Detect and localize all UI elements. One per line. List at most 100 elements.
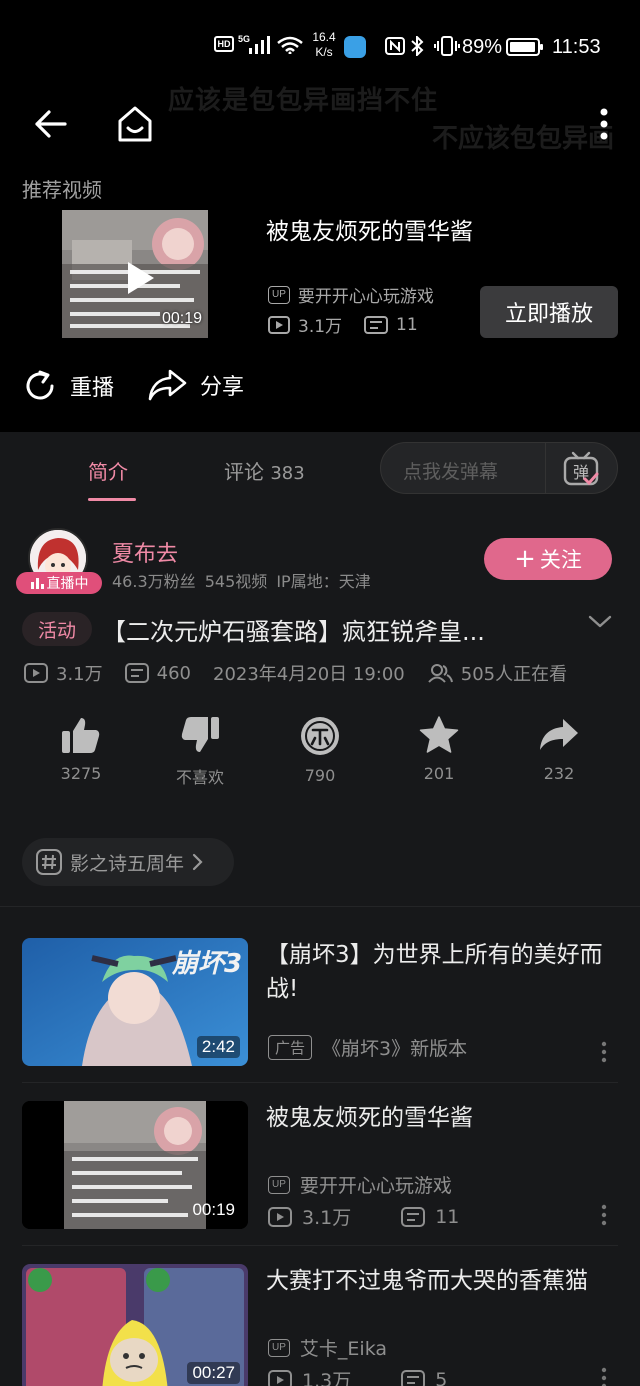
share-button[interactable]: 分享: [148, 368, 244, 402]
live-bars-icon: [30, 578, 44, 589]
chevron-down-icon[interactable]: [586, 610, 614, 634]
related-title: 【崩坏3】为世界上所有的美好而战!: [266, 942, 603, 1002]
related-stats: 3.1万 11: [268, 1203, 459, 1230]
coin-icon: [301, 717, 339, 755]
hd-voice-icon: HD: [214, 36, 234, 52]
follow-label: 关注: [539, 548, 582, 572]
danmaku-input[interactable]: 点我发弹幕 弹: [380, 442, 618, 494]
coin-button[interactable]: 790: [280, 716, 360, 785]
cell-signal-icon: [249, 36, 270, 54]
live-badge[interactable]: 直播中: [16, 572, 102, 594]
clock: 11:53: [552, 36, 601, 58]
more-options-button[interactable]: [590, 104, 618, 144]
related-thumbnail[interactable]: 崩坏3 2:42: [22, 938, 248, 1066]
dislike-button[interactable]: 不喜欢: [160, 716, 240, 788]
recommended-stats: 3.1万 11: [268, 312, 418, 337]
up-tag: UP: [268, 1175, 290, 1194]
coin-count: 790: [304, 766, 336, 785]
wifi-icon: [277, 36, 303, 54]
danmaku-count: 11: [396, 314, 418, 335]
share-label: 分享: [200, 375, 245, 400]
danmaku-count: 11: [435, 1205, 460, 1228]
tab-intro[interactable]: 简介: [88, 456, 128, 485]
recommended-thumbnail[interactable]: 00:19: [62, 210, 208, 338]
status-bar: HD 5G 16.4 K/s 89% 11:53: [0, 28, 640, 68]
video-title: 【二次元炉石骚套路】疯狂锐斧皇...: [102, 618, 485, 646]
thumbs-up-icon: [62, 718, 100, 753]
thumbs-down-icon: [181, 717, 219, 752]
play-now-button[interactable]: 立即播放: [480, 286, 618, 338]
video-duration: 00:19: [192, 1200, 235, 1219]
chevron-right-icon: [192, 853, 203, 871]
view-count: 1.3万: [302, 1370, 352, 1386]
related-title: 大赛打不过鬼爷而大哭的香蕉猫: [266, 1268, 588, 1294]
like-count: 3275: [60, 764, 102, 783]
favorite-count: 201: [423, 764, 455, 783]
danmaku-count: 460: [156, 662, 191, 684]
play-count-icon: [268, 1369, 292, 1386]
recommended-title[interactable]: 被鬼友烦死的雪华酱: [266, 212, 473, 246]
share-forward-icon: [540, 719, 578, 750]
like-button[interactable]: 3275: [41, 716, 121, 783]
uploader-name: 要开开心心玩游戏: [297, 287, 434, 307]
share-action-button[interactable]: 232: [519, 716, 599, 783]
back-button[interactable]: [28, 104, 72, 144]
danmaku-ghost-text: 不应该包包异画: [432, 124, 615, 154]
follow-button[interactable]: + 关注: [484, 538, 612, 580]
video-stats: 3.1万 460 2023年4月20日 19:00 505人正在看: [24, 660, 567, 686]
related-video-item[interactable]: 00:27 大赛打不过鬼爷而大哭的香蕉猫 UP 艾卡_Eika 1.3万 5: [0, 1264, 640, 1386]
activity-tag[interactable]: 活动: [22, 612, 92, 646]
more-vertical-icon[interactable]: [596, 1203, 612, 1227]
uploader-name: 艾卡_Eika: [299, 1338, 388, 1360]
plus-icon: +: [514, 544, 536, 574]
topic-chip[interactable]: 影之诗五周年: [22, 838, 234, 886]
related-thumbnail[interactable]: 00:27: [22, 1264, 248, 1386]
related-uploader: UP 艾卡_Eika: [268, 1334, 387, 1361]
up-tag: UP: [268, 285, 290, 304]
related-meta: 广告 《崩坏3》新版本: [268, 1034, 467, 1061]
uploader-name[interactable]: 夏布去: [112, 536, 178, 568]
view-count: 3.1万: [302, 1207, 352, 1229]
play-icon: [128, 262, 154, 294]
danmaku-toggle-icon[interactable]: 弹: [561, 449, 601, 489]
detail-tabs: 简介 评论 383 点我发弹幕 弹: [0, 432, 640, 504]
replay-button[interactable]: 重播: [22, 368, 114, 404]
share-icon: [148, 369, 187, 401]
more-vertical-icon[interactable]: [596, 1366, 612, 1386]
recommended-uploader: UP 要开开心心玩游戏: [268, 282, 434, 307]
watching-count: 505人正在看: [460, 664, 568, 685]
danmaku-count-icon: [401, 1369, 426, 1386]
more-vertical-icon[interactable]: [596, 1040, 612, 1064]
nfc-icon: [385, 37, 405, 55]
comments-count: 383: [270, 463, 305, 484]
favorite-button[interactable]: 201: [399, 716, 479, 783]
bluetooth-icon: [411, 36, 424, 56]
active-tab-indicator: [88, 498, 136, 501]
danmaku-count-icon: [364, 315, 389, 334]
dislike-label: 不喜欢: [175, 768, 224, 787]
view-count: 3.1万: [298, 317, 343, 337]
home-button[interactable]: [112, 102, 158, 146]
replay-icon: [26, 370, 54, 400]
danmaku-count-icon: [401, 1206, 426, 1227]
play-count-icon: [24, 663, 48, 683]
view-count: 3.1万: [56, 664, 103, 685]
video-player-end-screen: 应该是包包异画挡不住 不应该包包异画 HD 5G 16.4 K/s 89% 11…: [0, 0, 640, 432]
related-thumbnail[interactable]: 00:19: [22, 1101, 248, 1229]
related-video-item[interactable]: 00:19 被鬼友烦死的雪华酱 UP 要开开心心玩游戏 3.1万 11: [0, 1101, 640, 1247]
replay-label: 重播: [70, 376, 115, 401]
uploader-name: 要开开心心玩游戏: [299, 1175, 452, 1197]
tab-comments-label: 评论: [224, 460, 264, 484]
vibrate-icon: [434, 36, 460, 56]
divider: [22, 1245, 618, 1246]
share-count: 232: [543, 764, 575, 783]
danmaku-ghost-text: 应该是包包异画挡不住: [168, 86, 439, 116]
play-count-icon: [268, 1206, 292, 1227]
video-duration: 00:19: [161, 310, 202, 327]
app-notification-icon: [344, 36, 366, 58]
related-video-item[interactable]: 崩坏3 2:42 【崩坏3】为世界上所有的美好而战! 广告 《崩坏3》新版本: [0, 938, 640, 1084]
watching-people-icon: [428, 664, 453, 683]
danmaku-count-icon: [124, 663, 149, 683]
up-tag: UP: [268, 1338, 290, 1357]
tab-comments[interactable]: 评论 383: [224, 456, 305, 485]
